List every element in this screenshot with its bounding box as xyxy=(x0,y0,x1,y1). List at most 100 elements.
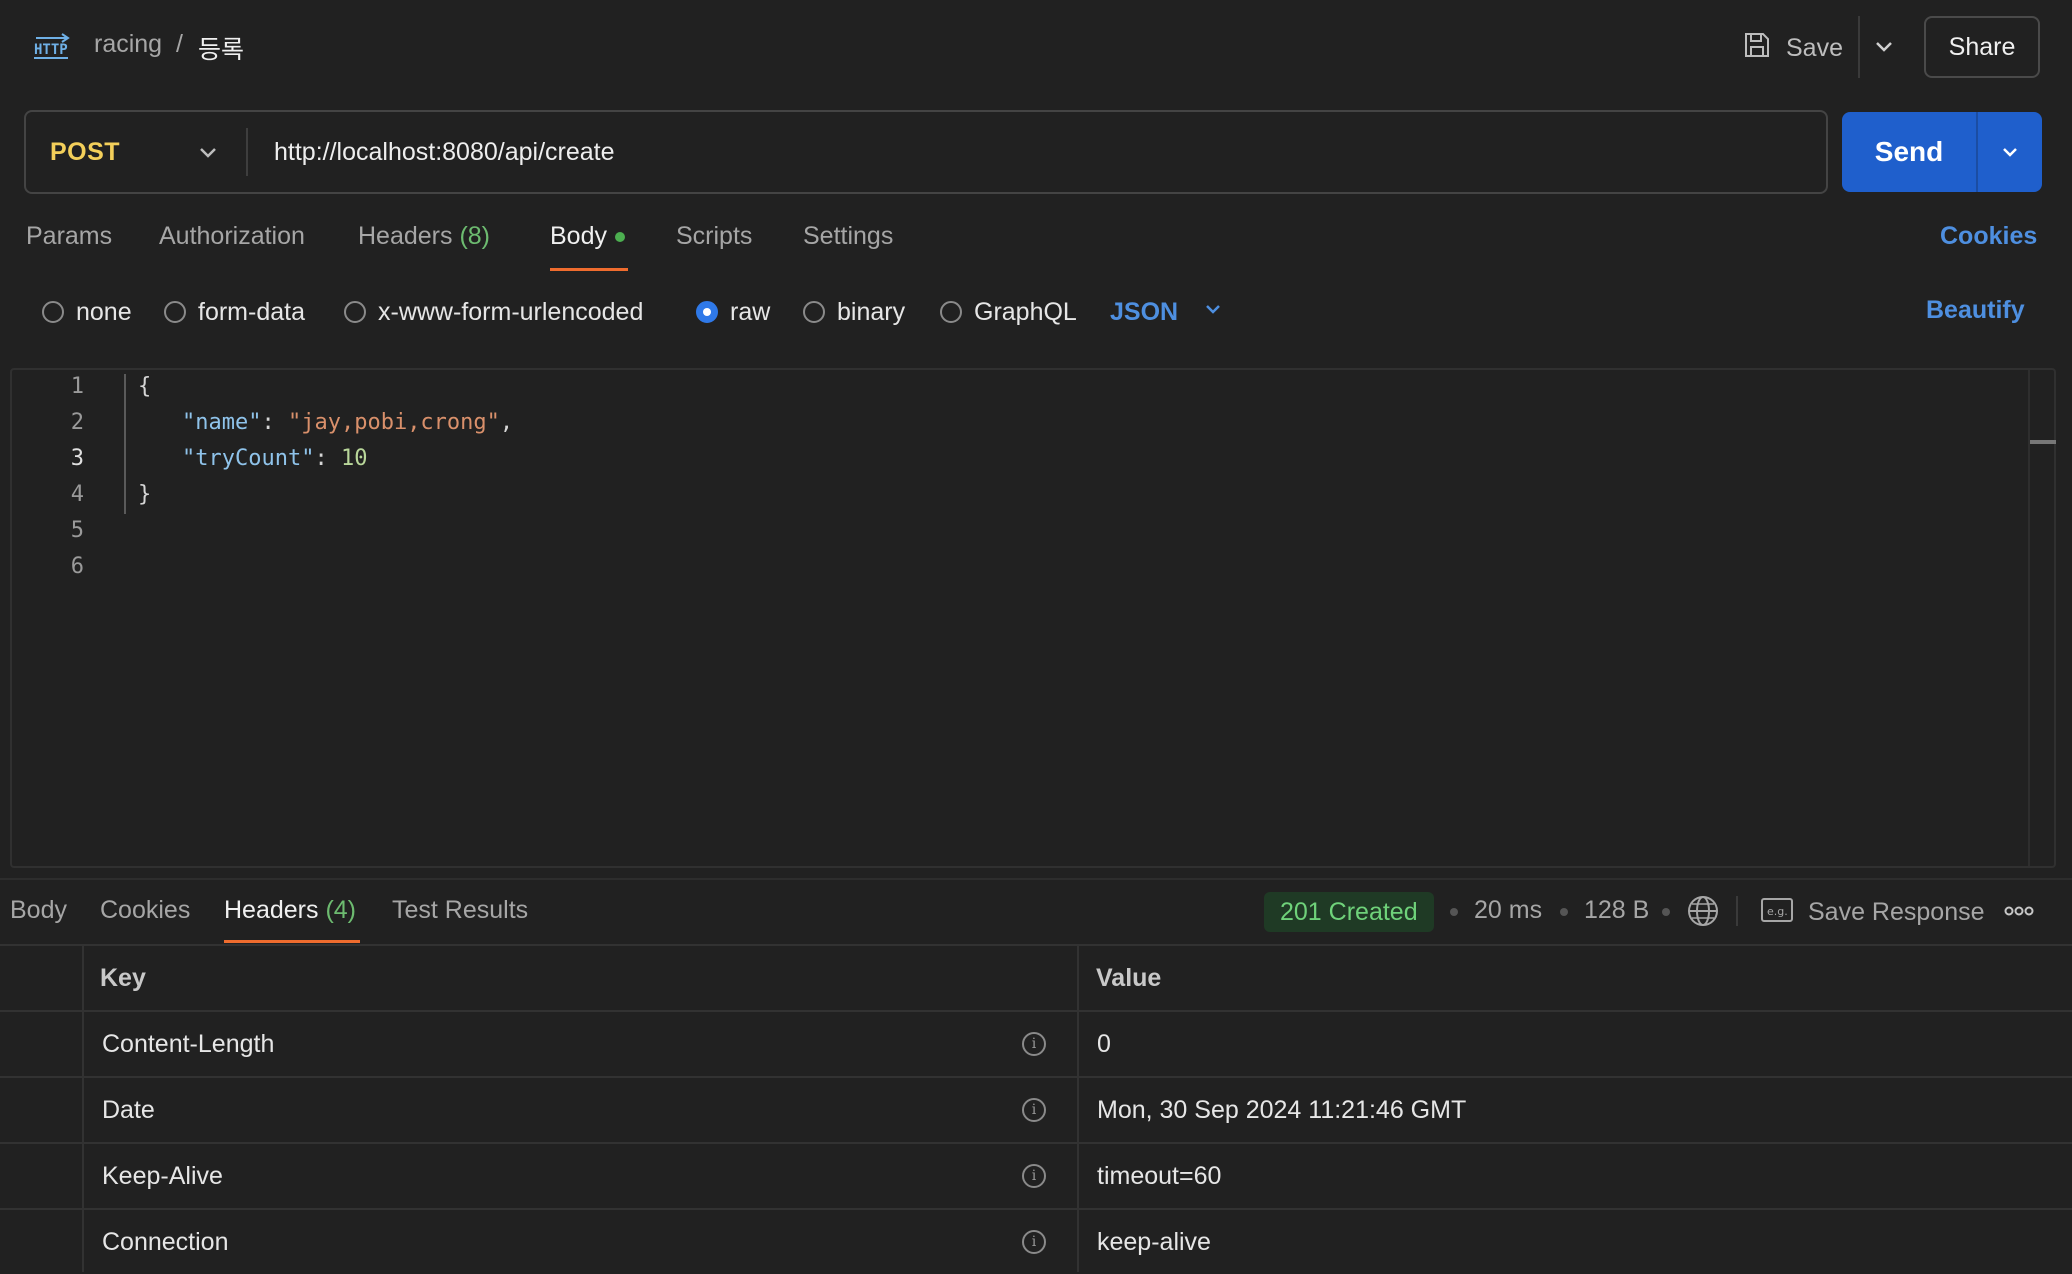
tab-params[interactable]: Params xyxy=(26,222,112,251)
body-type-raw-label: raw xyxy=(730,297,771,326)
body-type-raw[interactable]: raw xyxy=(696,296,770,328)
json-colon: : xyxy=(314,446,341,471)
json-colon: : xyxy=(261,410,288,435)
save-label: Save xyxy=(1786,33,1843,62)
method-chevron-down-icon[interactable] xyxy=(194,138,222,166)
tab-scripts[interactable]: Scripts xyxy=(676,222,752,251)
info-icon[interactable]: i xyxy=(1022,1164,1046,1188)
body-type-urlencoded[interactable]: x-www-form-urlencoded xyxy=(344,296,643,328)
header-key: Keep-Alive xyxy=(102,1161,223,1190)
header-key: Connection xyxy=(102,1227,229,1256)
header-key: Date xyxy=(102,1095,155,1124)
body-type-none[interactable]: none xyxy=(42,296,132,328)
response-tab-body[interactable]: Body xyxy=(10,896,67,925)
body-type-binary-label: binary xyxy=(837,297,906,326)
line-number: 2 xyxy=(70,410,84,435)
meta-separator xyxy=(1662,908,1670,916)
tab-settings[interactable]: Settings xyxy=(803,222,893,251)
response-tab-headers[interactable]: Headers (4) xyxy=(224,896,356,925)
line-number-current: 3 xyxy=(70,446,84,471)
cookies-link[interactable]: Cookies xyxy=(1940,222,2037,251)
send-button[interactable]: Send xyxy=(1842,112,1976,192)
body-type-none-label: none xyxy=(76,297,132,326)
code-line-3: "tryCount": 10 xyxy=(182,446,367,471)
table-row: Content-Length i 0 xyxy=(0,1010,2072,1076)
header-value: keep-alive xyxy=(1097,1227,1211,1256)
code-editor[interactable] xyxy=(10,368,2056,868)
body-type-form-data[interactable]: form-data xyxy=(164,296,305,328)
header-key: Content-Length xyxy=(102,1029,275,1058)
header-value: timeout=60 xyxy=(1097,1161,1222,1190)
json-key: "tryCount" xyxy=(182,446,315,471)
save-response-button[interactable]: e.g. Save Response xyxy=(1760,896,1985,929)
body-type-graphql[interactable]: GraphQL xyxy=(940,296,1077,328)
json-string-value: "jay,pobi,crong" xyxy=(287,410,500,435)
url-input[interactable]: http://localhost:8080/api/create xyxy=(274,112,615,192)
line-number: 6 xyxy=(70,554,84,579)
table-row: Date i Mon, 30 Sep 2024 11:21:46 GMT xyxy=(0,1076,2072,1142)
info-icon[interactable]: i xyxy=(1022,1230,1046,1254)
info-icon[interactable]: i xyxy=(1022,1032,1046,1056)
column-header-value: Value xyxy=(1096,963,1162,992)
more-options-icon[interactable] xyxy=(2004,904,2034,923)
response-size[interactable]: 128 B xyxy=(1584,896,1649,925)
save-divider xyxy=(1858,16,1860,78)
column-header-key: Key xyxy=(100,963,146,992)
radio-form-data[interactable] xyxy=(164,301,186,323)
table-row: Keep-Alive i timeout=60 xyxy=(0,1142,2072,1208)
json-number-value: 10 xyxy=(340,446,368,471)
editor-scrollbar[interactable] xyxy=(2028,370,2030,866)
editor-scroll-thumb[interactable] xyxy=(2030,440,2056,444)
response-tab-headers-count: (4) xyxy=(325,896,357,924)
svg-text:e.g.: e.g. xyxy=(1767,905,1788,918)
breadcrumb-separator: / xyxy=(176,30,183,58)
body-type-urlencoded-label: x-www-form-urlencoded xyxy=(378,297,644,326)
tab-headers-count: (8) xyxy=(459,222,491,250)
method-divider xyxy=(246,128,248,176)
tab-body[interactable]: Body xyxy=(550,222,625,251)
tab-body-label: Body xyxy=(550,222,607,250)
format-chevron-down-icon xyxy=(1202,298,1224,327)
save-options-chevron-down-icon[interactable] xyxy=(1872,34,1896,63)
send-options-chevron-down-icon[interactable] xyxy=(1978,112,2042,192)
radio-none[interactable] xyxy=(42,301,64,323)
radio-graphql[interactable] xyxy=(940,301,962,323)
meta-separator xyxy=(1450,908,1458,916)
meta-separator xyxy=(1560,908,1568,916)
active-response-tab-underline xyxy=(224,940,360,943)
body-type-binary[interactable]: binary xyxy=(803,296,905,328)
breadcrumb-collection[interactable]: racing xyxy=(94,30,162,59)
breadcrumb-request-name[interactable]: 등록 xyxy=(198,30,244,66)
http-icon: HTTP xyxy=(32,30,72,66)
response-tab-test-results[interactable]: Test Results xyxy=(392,896,528,925)
radio-urlencoded[interactable] xyxy=(344,301,366,323)
response-time[interactable]: 20 ms xyxy=(1474,896,1542,925)
table-header-row: Key Value xyxy=(0,944,2072,1010)
header-value: Mon, 30 Sep 2024 11:21:46 GMT xyxy=(1097,1095,1467,1124)
response-tab-cookies[interactable]: Cookies xyxy=(100,896,190,925)
tab-headers-label: Headers xyxy=(358,222,453,250)
example-icon: e.g. xyxy=(1760,896,1794,929)
body-type-graphql-label: GraphQL xyxy=(974,297,1077,326)
save-button[interactable]: Save xyxy=(1742,24,1843,72)
top-bar: HTTP racing / 등록 Save Share xyxy=(0,0,2072,96)
share-button[interactable]: Share xyxy=(1924,16,2040,78)
radio-raw-selected[interactable] xyxy=(696,301,718,323)
save-response-label: Save Response xyxy=(1808,898,1985,926)
tab-authorization[interactable]: Authorization xyxy=(159,222,305,251)
save-icon xyxy=(1742,30,1772,67)
code-line-1: { xyxy=(138,374,151,399)
network-globe-icon[interactable] xyxy=(1686,894,1720,933)
method-select[interactable]: POST xyxy=(50,112,120,192)
info-icon[interactable]: i xyxy=(1022,1098,1046,1122)
line-number: 5 xyxy=(70,518,84,543)
status-badge[interactable]: 201 Created xyxy=(1264,892,1434,932)
beautify-button[interactable]: Beautify xyxy=(1926,296,2025,325)
body-format-select[interactable]: JSON xyxy=(1110,296,1224,328)
tab-headers[interactable]: Headers (8) xyxy=(358,222,490,251)
table-row: Connection i keep-alive xyxy=(0,1208,2072,1274)
radio-binary[interactable] xyxy=(803,301,825,323)
send-button-group: Send xyxy=(1842,112,2042,192)
json-brace-open: { xyxy=(138,374,152,399)
active-tab-underline xyxy=(550,268,628,271)
